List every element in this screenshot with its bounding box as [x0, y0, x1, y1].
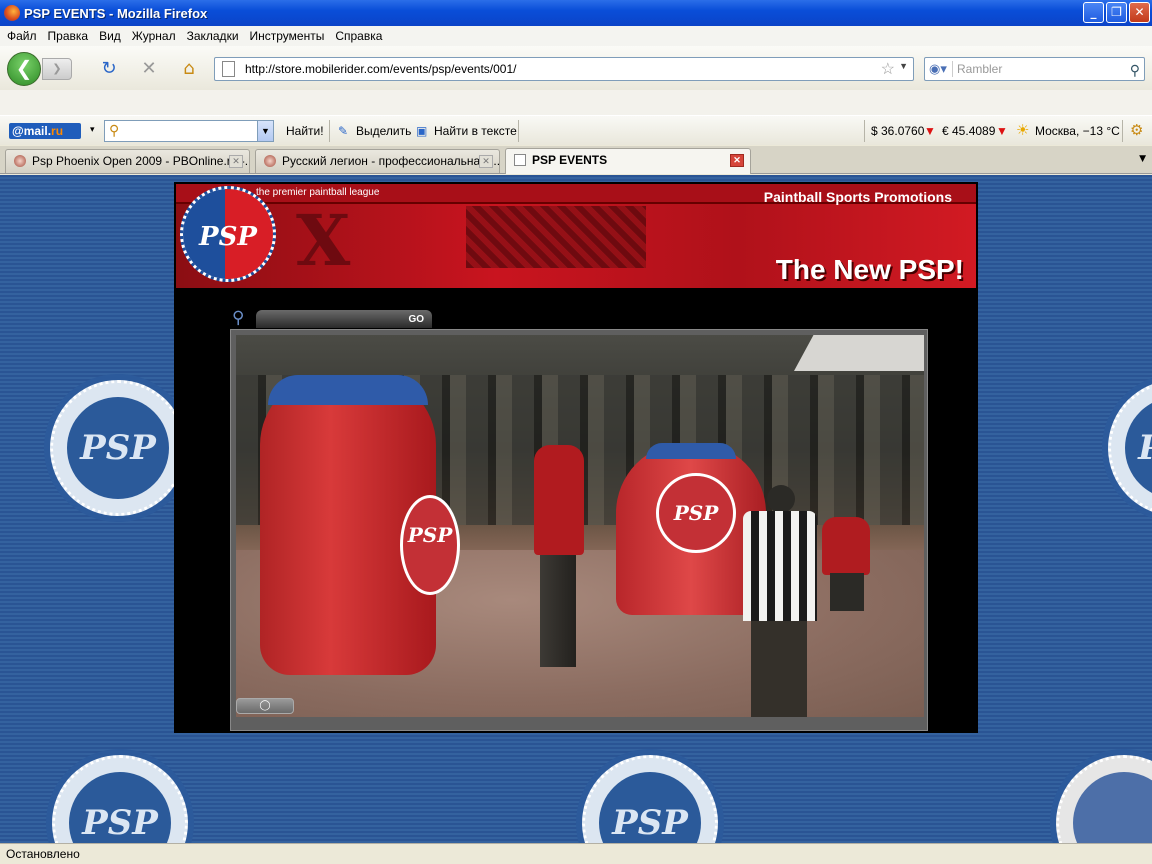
- eur-down-icon: ▼: [996, 124, 1008, 138]
- bookmarks-toolbar: [0, 90, 1152, 115]
- search-icon: ⚲: [232, 308, 245, 328]
- mailru-search-icon: ⚲: [109, 122, 120, 138]
- menu-file[interactable]: Файл: [7, 29, 37, 43]
- find-in-text-button[interactable]: Найти в тексте: [434, 124, 517, 138]
- banner-promotions: Paintball Sports Promotions: [763, 189, 952, 205]
- tab-bar: Psp Phoenix Open 2009 - PBOnline.ru -...…: [0, 146, 1152, 174]
- video-player[interactable]: PSP PSP ◯: [230, 329, 928, 731]
- close-window-button[interactable]: ✕: [1129, 2, 1150, 23]
- toolbar-separator: [864, 120, 865, 142]
- video-search: ⚲ GO: [232, 308, 432, 330]
- video-frame[interactable]: PSP PSP: [236, 335, 924, 717]
- menu-bookmarks[interactable]: Закладки: [187, 29, 239, 43]
- background-psp-seal: PSP: [52, 755, 188, 843]
- firefox-icon: [4, 5, 20, 21]
- tab-pbonline[interactable]: Psp Phoenix Open 2009 - PBOnline.ru -...…: [5, 149, 250, 173]
- toolbar-separator: [329, 120, 330, 142]
- tab-psp-events[interactable]: PSP EVENTS ✕: [505, 148, 751, 174]
- search-engine-icon[interactable]: ◉▾: [929, 61, 953, 77]
- tab-close-icon[interactable]: ✕: [229, 155, 243, 168]
- background-psp-seal: PSP: [582, 755, 718, 843]
- window-title: PSP EVENTS - Mozilla Firefox: [24, 5, 208, 21]
- tab-favicon: [264, 155, 276, 167]
- window-titlebar: PSP EVENTS - Mozilla Firefox _ ❐ ✕: [0, 0, 1152, 26]
- weather-text[interactable]: Москва, −13 °C: [1035, 124, 1120, 138]
- video-player-red: [526, 435, 590, 675]
- bookmark-star-icon[interactable]: ☆: [881, 59, 895, 79]
- go-button[interactable]: GO: [408, 314, 424, 325]
- video-search-field[interactable]: GO: [256, 310, 432, 328]
- mailru-input-dropdown[interactable]: ▼: [257, 121, 273, 141]
- tab-close-icon[interactable]: ✕: [730, 154, 744, 167]
- tab-list-dropdown-icon[interactable]: ▼: [1139, 154, 1146, 164]
- psp-banner: the premier paintball league Paintball S…: [176, 184, 976, 288]
- video-referee: [741, 485, 817, 717]
- eur-rate[interactable]: € 45.4089: [942, 124, 995, 138]
- menu-view[interactable]: Вид: [99, 29, 121, 43]
- search-placeholder: Rambler: [957, 62, 1003, 76]
- menu-edit[interactable]: Правка: [48, 29, 89, 43]
- toolbar-separator: [518, 120, 519, 142]
- usd-down-icon: ▼: [924, 124, 936, 138]
- mailru-search-input[interactable]: ⚲ ▼: [104, 120, 274, 142]
- url-bar[interactable]: http://store.mobilerider.com/events/psp/…: [214, 57, 914, 81]
- forward-button[interactable]: ❯: [42, 58, 72, 80]
- video-tent: [794, 335, 924, 371]
- video-player-crouching: [818, 503, 872, 611]
- banner-tagline: the premier paintball league: [256, 187, 380, 198]
- settings-gear-icon[interactable]: ⚙: [1130, 121, 1143, 139]
- psp-logo[interactable]: PSP: [180, 186, 276, 282]
- background-psp-seal: PSP: [50, 380, 186, 516]
- tab-russian-legion[interactable]: Русский легион - профессиональная ... ✕: [255, 149, 500, 173]
- usd-rate[interactable]: $ 36.0760: [871, 124, 924, 138]
- tab-close-icon[interactable]: ✕: [479, 155, 493, 168]
- url-text: http://store.mobilerider.com/events/psp/…: [245, 62, 517, 76]
- sun-icon: ☀: [1016, 122, 1030, 139]
- search-box[interactable]: ◉▾ Rambler ⚲: [924, 57, 1145, 81]
- tab-favicon: [14, 155, 26, 167]
- stop-icon[interactable]: ✕: [138, 58, 160, 80]
- navigation-toolbar: ❮ ❯ ↻ ✕ ⌂ http://store.mobilerider.com/e…: [0, 46, 1152, 90]
- mailru-logo[interactable]: @mail.ru: [9, 123, 81, 139]
- banner-headline: The New PSP!: [775, 254, 964, 285]
- menu-bar: Файл Правка Вид Журнал Закладки Инструме…: [0, 26, 1152, 46]
- highlight-button[interactable]: Выделить: [356, 124, 411, 138]
- tab-label: Русский легион - профессиональная ...: [282, 154, 500, 168]
- video-bunker-left: PSP: [260, 375, 460, 675]
- find-button[interactable]: Найти!: [286, 124, 324, 138]
- web-content: PSP PSP PSP PSP the premier paintball le…: [0, 175, 1152, 843]
- find-in-text-icon: ▣: [416, 124, 428, 138]
- status-text: Остановлено: [6, 847, 80, 861]
- banner-scene-graphic: [466, 206, 646, 268]
- menu-tools[interactable]: Инструменты: [250, 29, 325, 43]
- menu-history[interactable]: Журнал: [132, 29, 176, 43]
- status-bar: Остановлено: [0, 843, 1152, 864]
- russian-league-seal: [1056, 755, 1152, 843]
- maximize-button[interactable]: ❐: [1106, 2, 1127, 23]
- background-psp-seal: PSP: [1108, 380, 1152, 516]
- home-icon[interactable]: ⌂: [178, 58, 200, 80]
- tab-label: Psp Phoenix Open 2009 - PBOnline.ru -...: [32, 154, 250, 168]
- url-dropdown-icon[interactable]: ▼: [899, 61, 908, 71]
- highlight-icon: ✎: [338, 124, 349, 138]
- reload-icon[interactable]: ↻: [98, 58, 120, 80]
- page-icon: [222, 61, 235, 77]
- search-icon[interactable]: ⚲: [1130, 59, 1140, 81]
- psp-page: the premier paintball league Paintball S…: [174, 182, 978, 733]
- menu-help[interactable]: Справка: [335, 29, 382, 43]
- mailru-dropdown-icon[interactable]: ▾: [90, 124, 95, 135]
- mailru-toolbar: @mail.ru ▾ ⚲ ▼ Найти! ✎ Выделить ▣ Найти…: [0, 115, 1152, 145]
- minimize-button[interactable]: _: [1083, 2, 1104, 23]
- video-control-button[interactable]: ◯: [236, 698, 294, 714]
- toolbar-separator: [1122, 120, 1123, 142]
- back-button[interactable]: ❮: [7, 52, 41, 86]
- tab-favicon: [514, 154, 526, 166]
- banner-x-graphic: X: [296, 199, 351, 282]
- tab-label: PSP EVENTS: [532, 153, 608, 167]
